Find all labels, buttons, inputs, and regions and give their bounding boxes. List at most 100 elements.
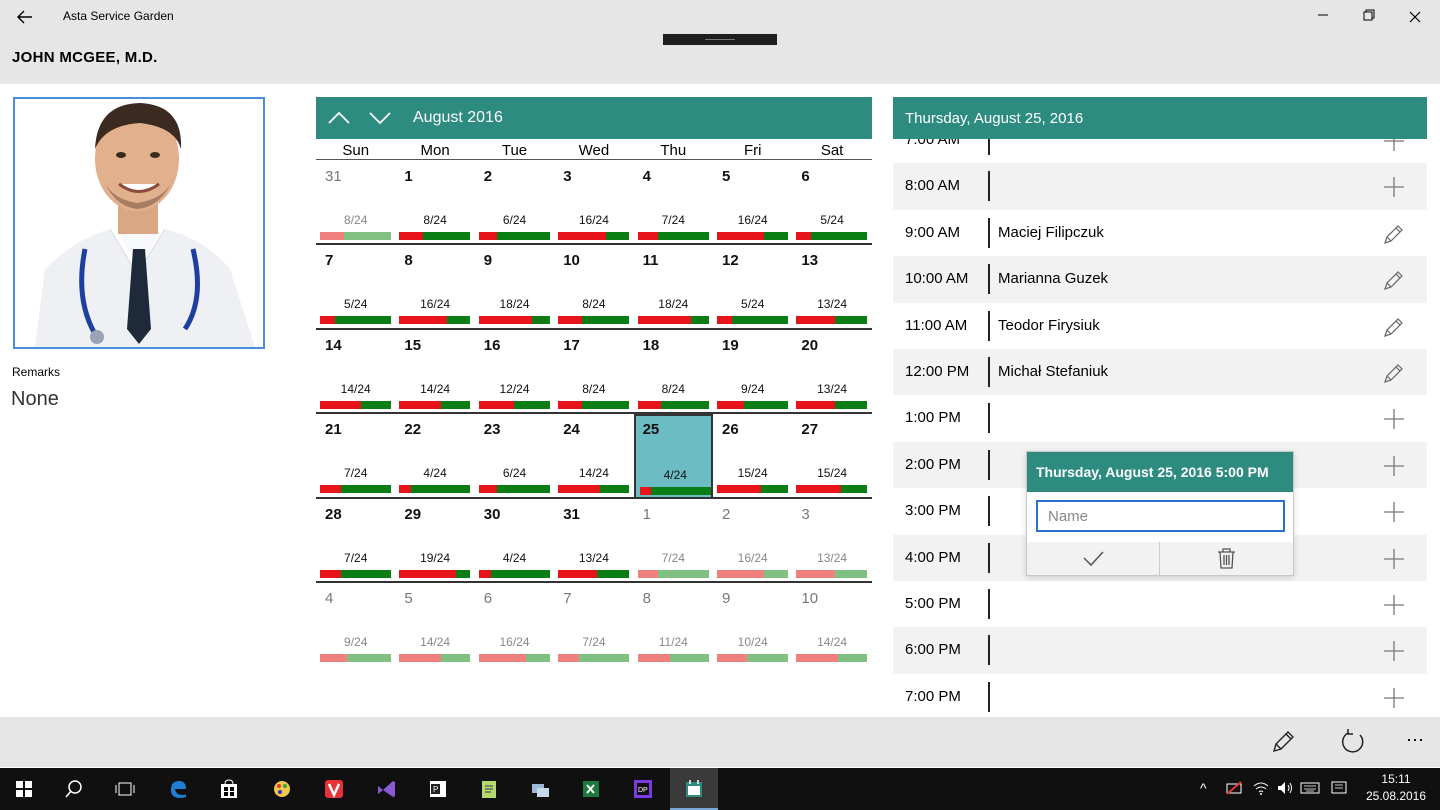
excel-icon[interactable] [567,768,615,810]
calendar-day-selected[interactable]: 25 4/24 [633,414,713,499]
more-icon[interactable]: ⋯ [1400,727,1430,757]
time-slot[interactable]: 7:00 PM [893,674,1427,717]
store-icon[interactable] [205,768,253,810]
network-app-icon[interactable] [516,768,564,810]
calendar-day[interactable]: 14 14/24 [316,330,395,414]
calendar-day[interactable]: 2 6/24 [475,161,554,245]
calendar-day[interactable]: 12 5/24 [713,245,792,329]
volume-icon[interactable] [1276,780,1294,799]
calendar-day[interactable]: 21 7/24 [316,414,395,498]
calendar-day[interactable]: 16 12/24 [475,330,554,414]
calendar-day[interactable]: 5 16/24 [713,161,792,245]
calendar-day[interactable]: 6 5/24 [792,161,871,245]
visual-studio-icon[interactable] [362,768,410,810]
time-slot[interactable]: 7:00 AM [893,139,1427,163]
plus-icon[interactable] [1381,546,1407,572]
plus-icon[interactable] [1381,174,1407,200]
refresh-icon[interactable] [1338,727,1368,757]
search-icon[interactable] [50,768,98,810]
calendar-day[interactable]: 4 9/24 [316,583,395,667]
calendar-day[interactable]: 3 13/24 [792,499,871,583]
pencil-icon[interactable] [1268,727,1298,757]
calendar-day[interactable]: 2 16/24 [713,499,792,583]
paint-icon[interactable] [258,768,306,810]
task-view-icon[interactable] [101,768,149,810]
plus-icon[interactable] [1381,453,1407,479]
calendar-day[interactable]: 19 9/24 [713,330,792,414]
calendar-day[interactable]: 15 14/24 [395,330,474,414]
time-slot[interactable]: 1:00 PM [893,395,1427,441]
time-slot[interactable]: 10:00 AM Marianna Guzek [893,256,1427,303]
calendar-day[interactable]: 6 16/24 [475,583,554,667]
start-icon[interactable] [0,768,48,810]
calendar-day[interactable]: 28 7/24 [316,499,395,583]
edge-icon[interactable] [154,768,202,810]
calendar-day[interactable]: 30 4/24 [475,499,554,583]
plus-icon[interactable] [1381,592,1407,618]
plus-icon[interactable] [1381,499,1407,525]
minimize-icon[interactable] [1300,0,1346,34]
notification-icon[interactable] [1330,780,1348,799]
network-off-icon[interactable] [1225,780,1243,799]
calendar-day[interactable]: 7 7/24 [554,583,633,667]
pencil-icon[interactable] [1381,221,1407,247]
plus-icon[interactable] [1381,685,1407,711]
calendar-day[interactable]: 20 13/24 [792,330,871,414]
load-bar-booked [717,232,765,240]
calendar-day[interactable]: 5 14/24 [395,583,474,667]
time-slot[interactable]: 5:00 PM [893,581,1427,627]
calendar-day[interactable]: 1 7/24 [634,499,713,583]
calendar-day[interactable]: 1 8/24 [395,161,474,245]
calendar-day[interactable]: 22 4/24 [395,414,474,498]
vivaldi-icon[interactable] [310,768,358,810]
calendar-day[interactable]: 13 13/24 [792,245,871,329]
clock[interactable]: 15:11 25.08.2016 [1360,771,1432,805]
keyboard-icon[interactable] [1300,780,1320,799]
plus-icon[interactable] [1381,406,1407,432]
drag-handle[interactable] [663,34,777,45]
time-slot[interactable]: 8:00 AM [893,163,1427,210]
time-slot[interactable]: 9:00 AM Maciej Filipczuk [893,210,1427,256]
calendar-day[interactable]: 27 15/24 [792,414,871,498]
calendar-day[interactable]: 11 18/24 [634,245,713,329]
calendar-day[interactable]: 9 10/24 [713,583,792,667]
time-slot[interactable]: 6:00 PM [893,627,1427,674]
project-icon[interactable]: P [414,768,462,810]
calendar-day[interactable]: 9 18/24 [475,245,554,329]
calendar-day[interactable]: 10 8/24 [554,245,633,329]
calendar-day[interactable]: 17 8/24 [554,330,633,414]
plus-icon[interactable] [1381,638,1407,664]
chevron-up-icon[interactable]: ^ [1200,780,1207,796]
maximize-icon[interactable] [1346,0,1392,34]
calendar-day[interactable]: 29 19/24 [395,499,474,583]
pencil-icon[interactable] [1381,314,1407,340]
dotpeek-icon[interactable]: DP [619,768,667,810]
calendar-day[interactable]: 31 13/24 [554,499,633,583]
plus-icon[interactable] [1381,139,1407,154]
calendar-day[interactable]: 26 15/24 [713,414,792,498]
calendar-day[interactable]: 23 6/24 [475,414,554,498]
back-arrow-icon[interactable] [10,4,40,30]
calendar-day[interactable]: 24 14/24 [554,414,633,498]
chevron-down-icon[interactable] [365,103,395,133]
calendar-day[interactable]: 4 7/24 [634,161,713,245]
calendar-day[interactable]: 18 8/24 [634,330,713,414]
calendar-day[interactable]: 3 16/24 [554,161,633,245]
name-input[interactable] [1036,500,1285,532]
calendar-day[interactable]: 31 8/24 [316,161,395,245]
time-slot[interactable]: 12:00 PM Michał Stefaniuk [893,349,1427,396]
pencil-icon[interactable] [1381,267,1407,293]
calendar-day[interactable]: 7 5/24 [316,245,395,329]
calendar-day[interactable]: 8 11/24 [634,583,713,667]
chevron-up-icon[interactable] [324,103,354,133]
wifi-icon[interactable] [1252,780,1270,799]
asta-app-icon[interactable] [670,768,718,810]
time-slot[interactable]: 11:00 AM Teodor Firysiuk [893,303,1427,349]
calendar-day[interactable]: 8 16/24 [395,245,474,329]
confirm-button[interactable] [1027,542,1160,575]
notepadpp-icon[interactable] [465,768,513,810]
close-icon[interactable] [1392,0,1438,34]
delete-button[interactable] [1160,542,1293,575]
calendar-day[interactable]: 10 14/24 [792,583,871,667]
pencil-icon[interactable] [1381,360,1407,386]
